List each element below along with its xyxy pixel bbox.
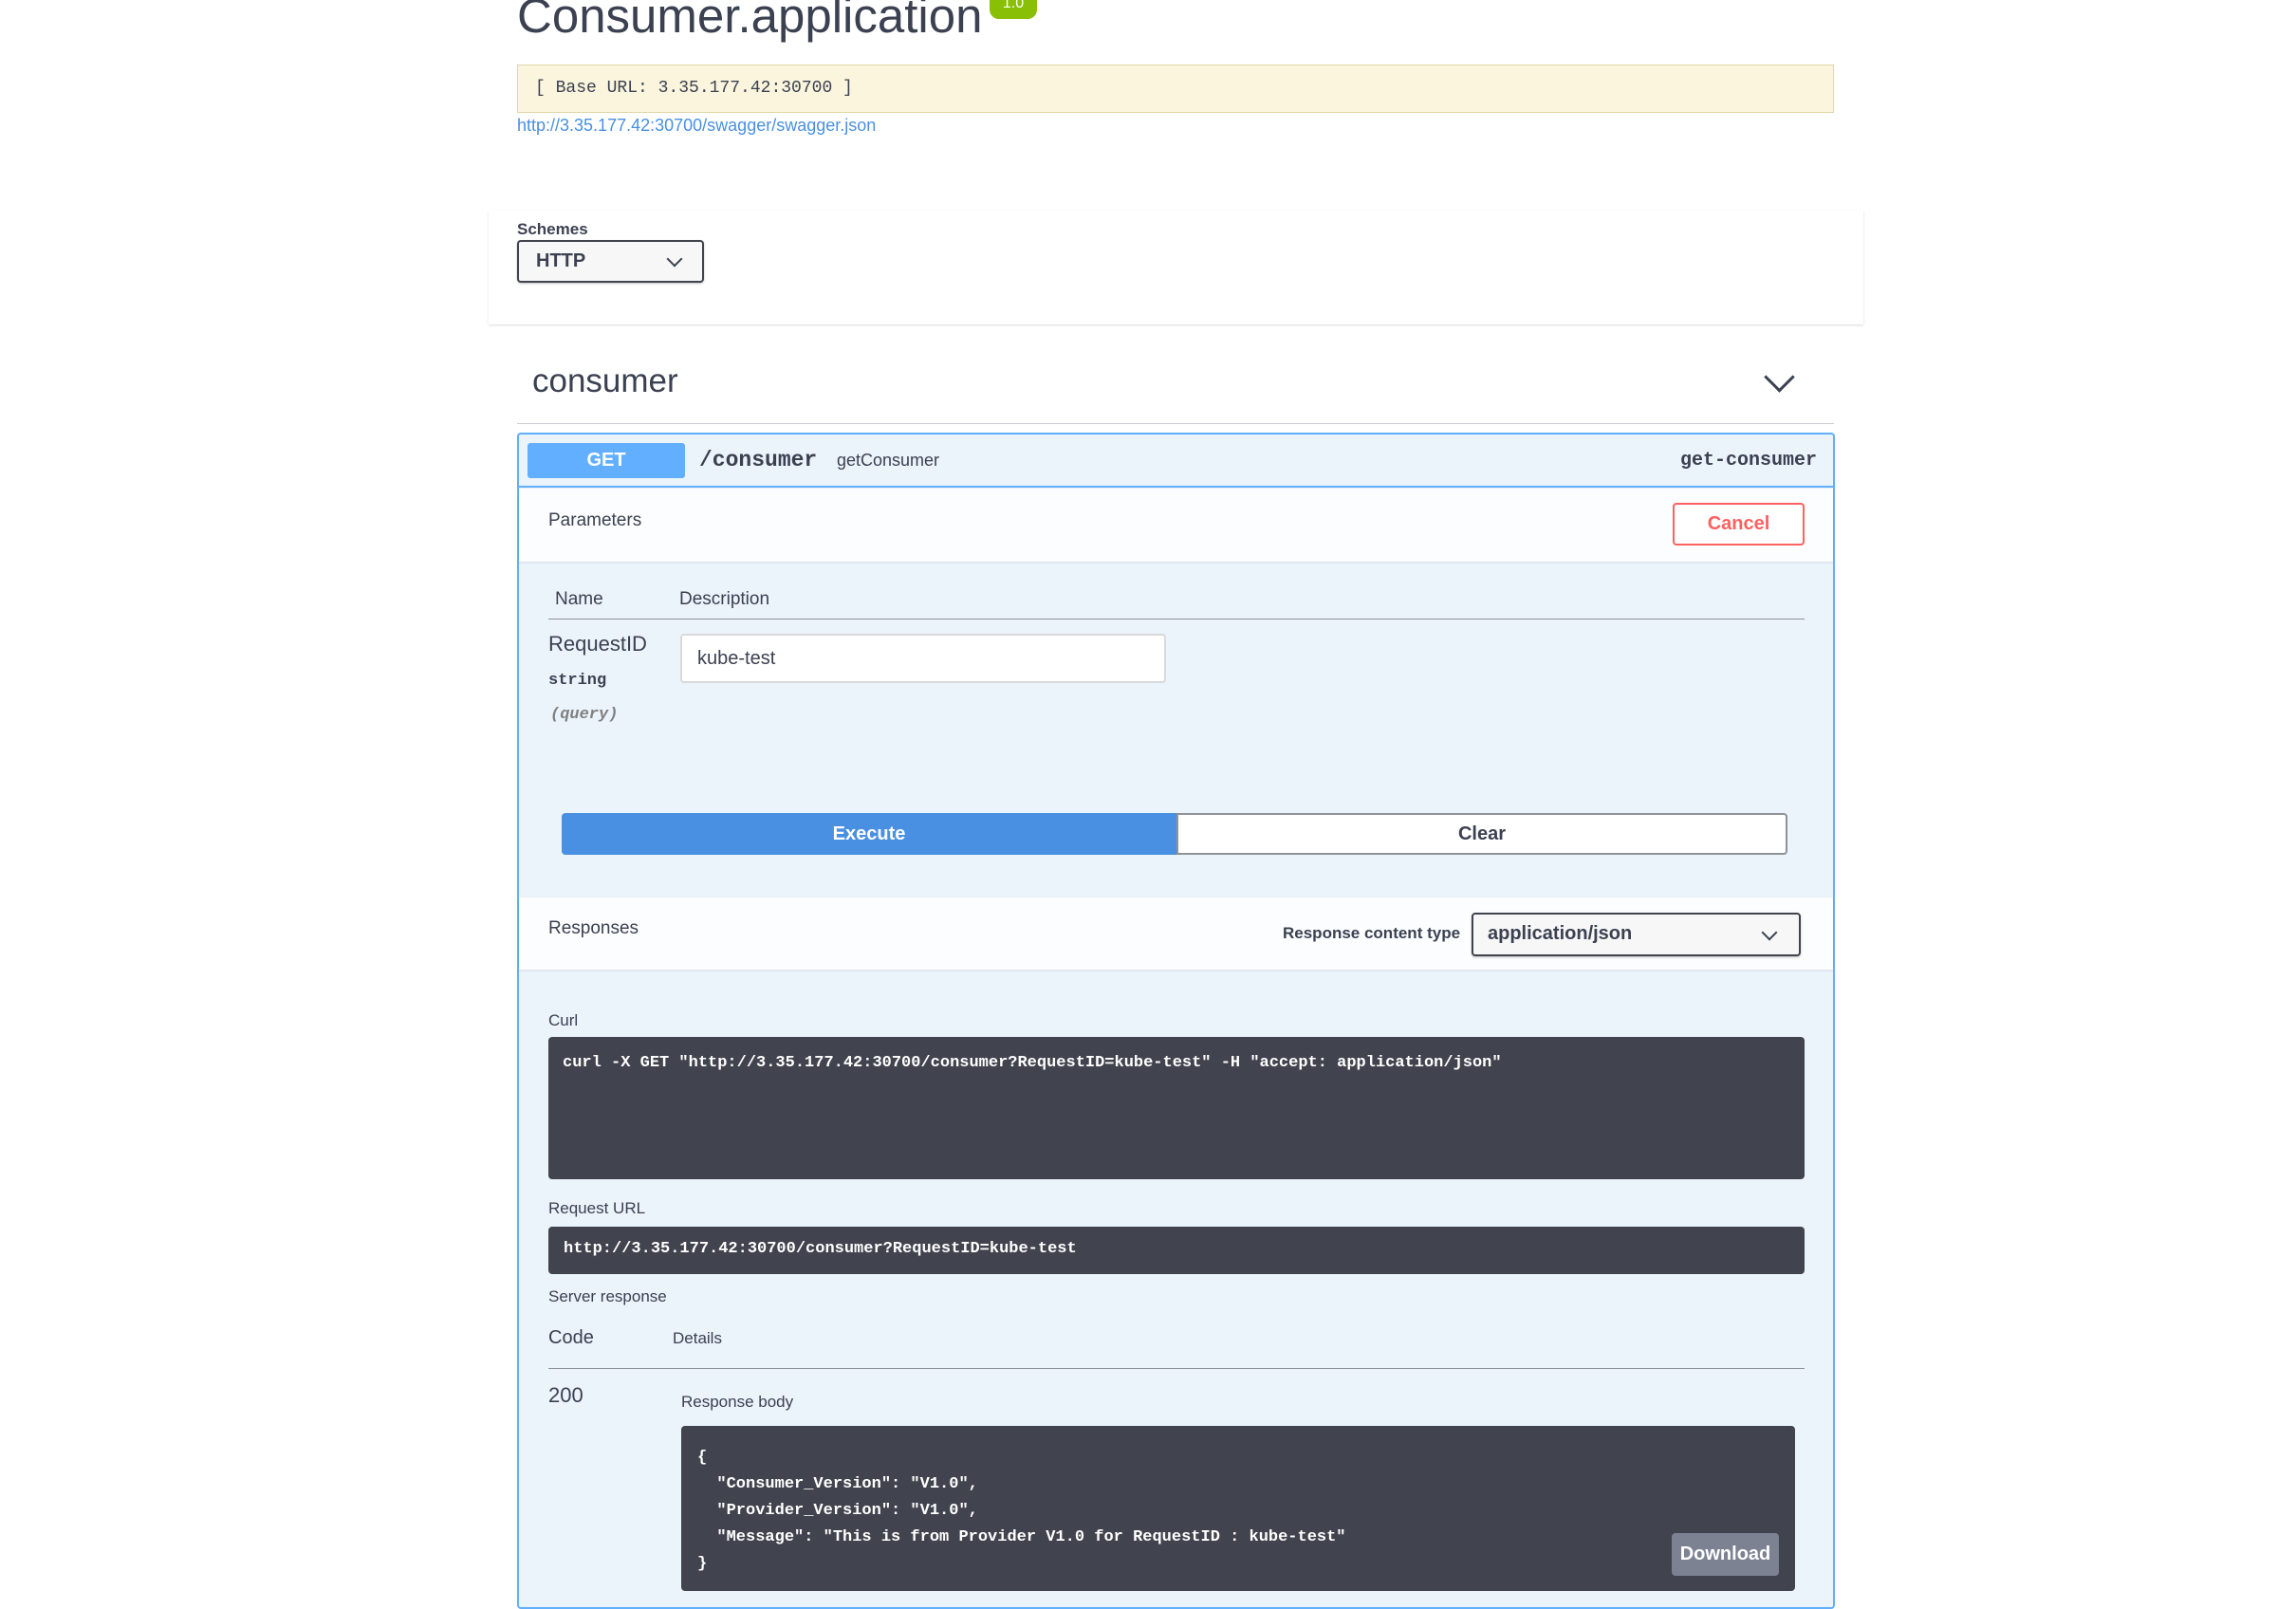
response-content-type-value: application/json	[1488, 923, 1633, 944]
chevron-down-icon[interactable]	[1764, 361, 1795, 393]
execute-button[interactable]: Execute	[562, 813, 1176, 855]
parameter-type: string	[548, 672, 607, 690]
request-url-label: Request URL	[548, 1199, 646, 1217]
chevron-down-icon	[666, 250, 683, 268]
response-content-type-select[interactable]: application/json	[1472, 913, 1801, 956]
schemes-selected-value: HTTP	[536, 250, 586, 271]
column-header-details: Details	[673, 1329, 722, 1347]
curl-label: Curl	[548, 1011, 579, 1029]
version-badge: 1.0	[990, 0, 1037, 19]
response-body[interactable]: { "Consumer_Version": "V1.0", "Provider_…	[681, 1426, 1795, 1591]
parameters-divider	[548, 619, 1805, 620]
curl-command[interactable]: curl -X GET "http://3.35.177.42:30700/co…	[548, 1037, 1805, 1179]
responses-heading: Responses	[548, 918, 639, 938]
response-body-label: Response body	[681, 1393, 794, 1411]
response-status-code: 200	[548, 1383, 583, 1407]
operation-description: getConsumer	[837, 451, 940, 470]
schemes-select[interactable]: HTTP	[517, 240, 704, 283]
swagger-json-link[interactable]: http://3.35.177.42:30700/swagger/swagger…	[517, 116, 876, 136]
column-header-code: Code	[548, 1327, 594, 1348]
parameters-heading: Parameters	[548, 510, 642, 530]
chevron-down-icon	[1761, 924, 1778, 941]
download-button[interactable]: Download	[1672, 1533, 1779, 1576]
clear-button[interactable]: Clear	[1176, 813, 1787, 855]
column-header-name: Name	[555, 589, 603, 609]
tag-title[interactable]: consumer	[532, 362, 678, 400]
schemes-label: Schemes	[517, 220, 588, 238]
requestid-input[interactable]: kube-test	[680, 634, 1166, 683]
responses-divider	[548, 1368, 1805, 1369]
parameter-location: (query)	[550, 706, 619, 724]
column-header-description: Description	[679, 589, 770, 609]
operation-path: /consumer	[699, 448, 818, 472]
operation-id: get-consumer	[1679, 450, 1817, 472]
page-title: Consumer.application	[517, 0, 983, 43]
parameter-name: RequestID	[548, 632, 647, 656]
response-content-type-label: Response content type	[1283, 924, 1461, 942]
parameters-section-header	[519, 489, 1833, 562]
request-url[interactable]: http://3.35.177.42:30700/consumer?Reques…	[548, 1227, 1805, 1274]
server-response-label: Server response	[548, 1287, 667, 1305]
method-badge: GET	[528, 443, 685, 478]
tag-divider	[517, 423, 1834, 424]
cancel-button[interactable]: Cancel	[1673, 503, 1805, 546]
base-url: [ Base URL: 3.35.177.42:30700 ]	[517, 65, 1834, 113]
